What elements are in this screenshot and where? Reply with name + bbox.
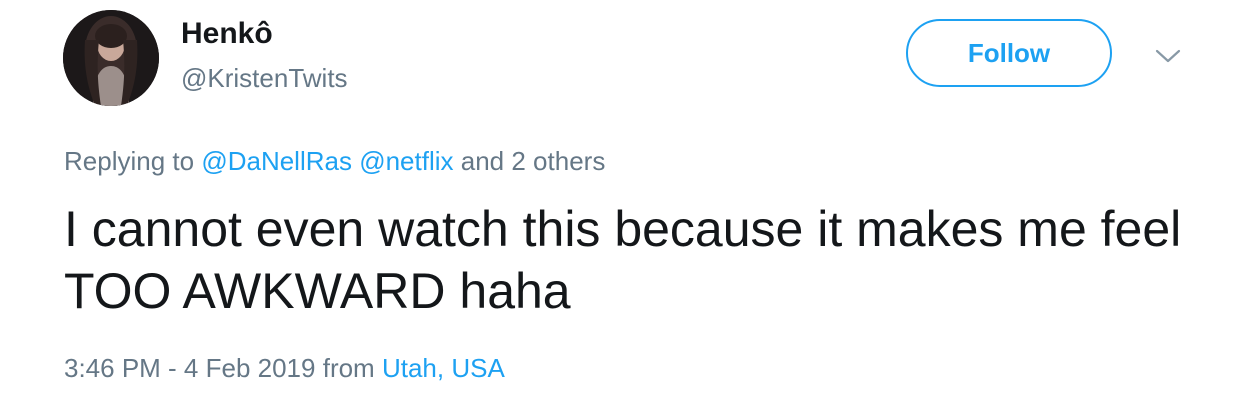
mention-link-danellras[interactable]: @DaNellRas — [201, 146, 352, 176]
user-handle[interactable]: @KristenTwits — [181, 61, 348, 95]
mention-link-netflix[interactable]: @netflix — [359, 146, 453, 176]
avatar-photo — [63, 10, 159, 106]
timestamp[interactable]: 3:46 PM - 4 Feb 2019 — [64, 353, 315, 383]
tweet-meta: 3:46 PM - 4 Feb 2019 from Utah, USA — [64, 351, 505, 385]
replying-suffix[interactable]: and 2 others — [461, 146, 606, 176]
location-link[interactable]: Utah, USA — [382, 353, 505, 383]
replying-prefix: Replying to — [64, 146, 195, 176]
tweet-text: I cannot even watch this because it make… — [64, 201, 1182, 319]
follow-button[interactable]: Follow — [906, 19, 1112, 87]
chevron-down-icon[interactable] — [1154, 46, 1182, 66]
display-name[interactable]: Henkô — [181, 14, 273, 54]
from-label: from — [322, 353, 375, 383]
tweet-card: Henkô @KristenTwits Follow Replying to @… — [0, 0, 1246, 402]
avatar[interactable] — [63, 10, 159, 106]
replying-to-line: Replying to @DaNellRas @netflix and 2 ot… — [64, 144, 605, 178]
